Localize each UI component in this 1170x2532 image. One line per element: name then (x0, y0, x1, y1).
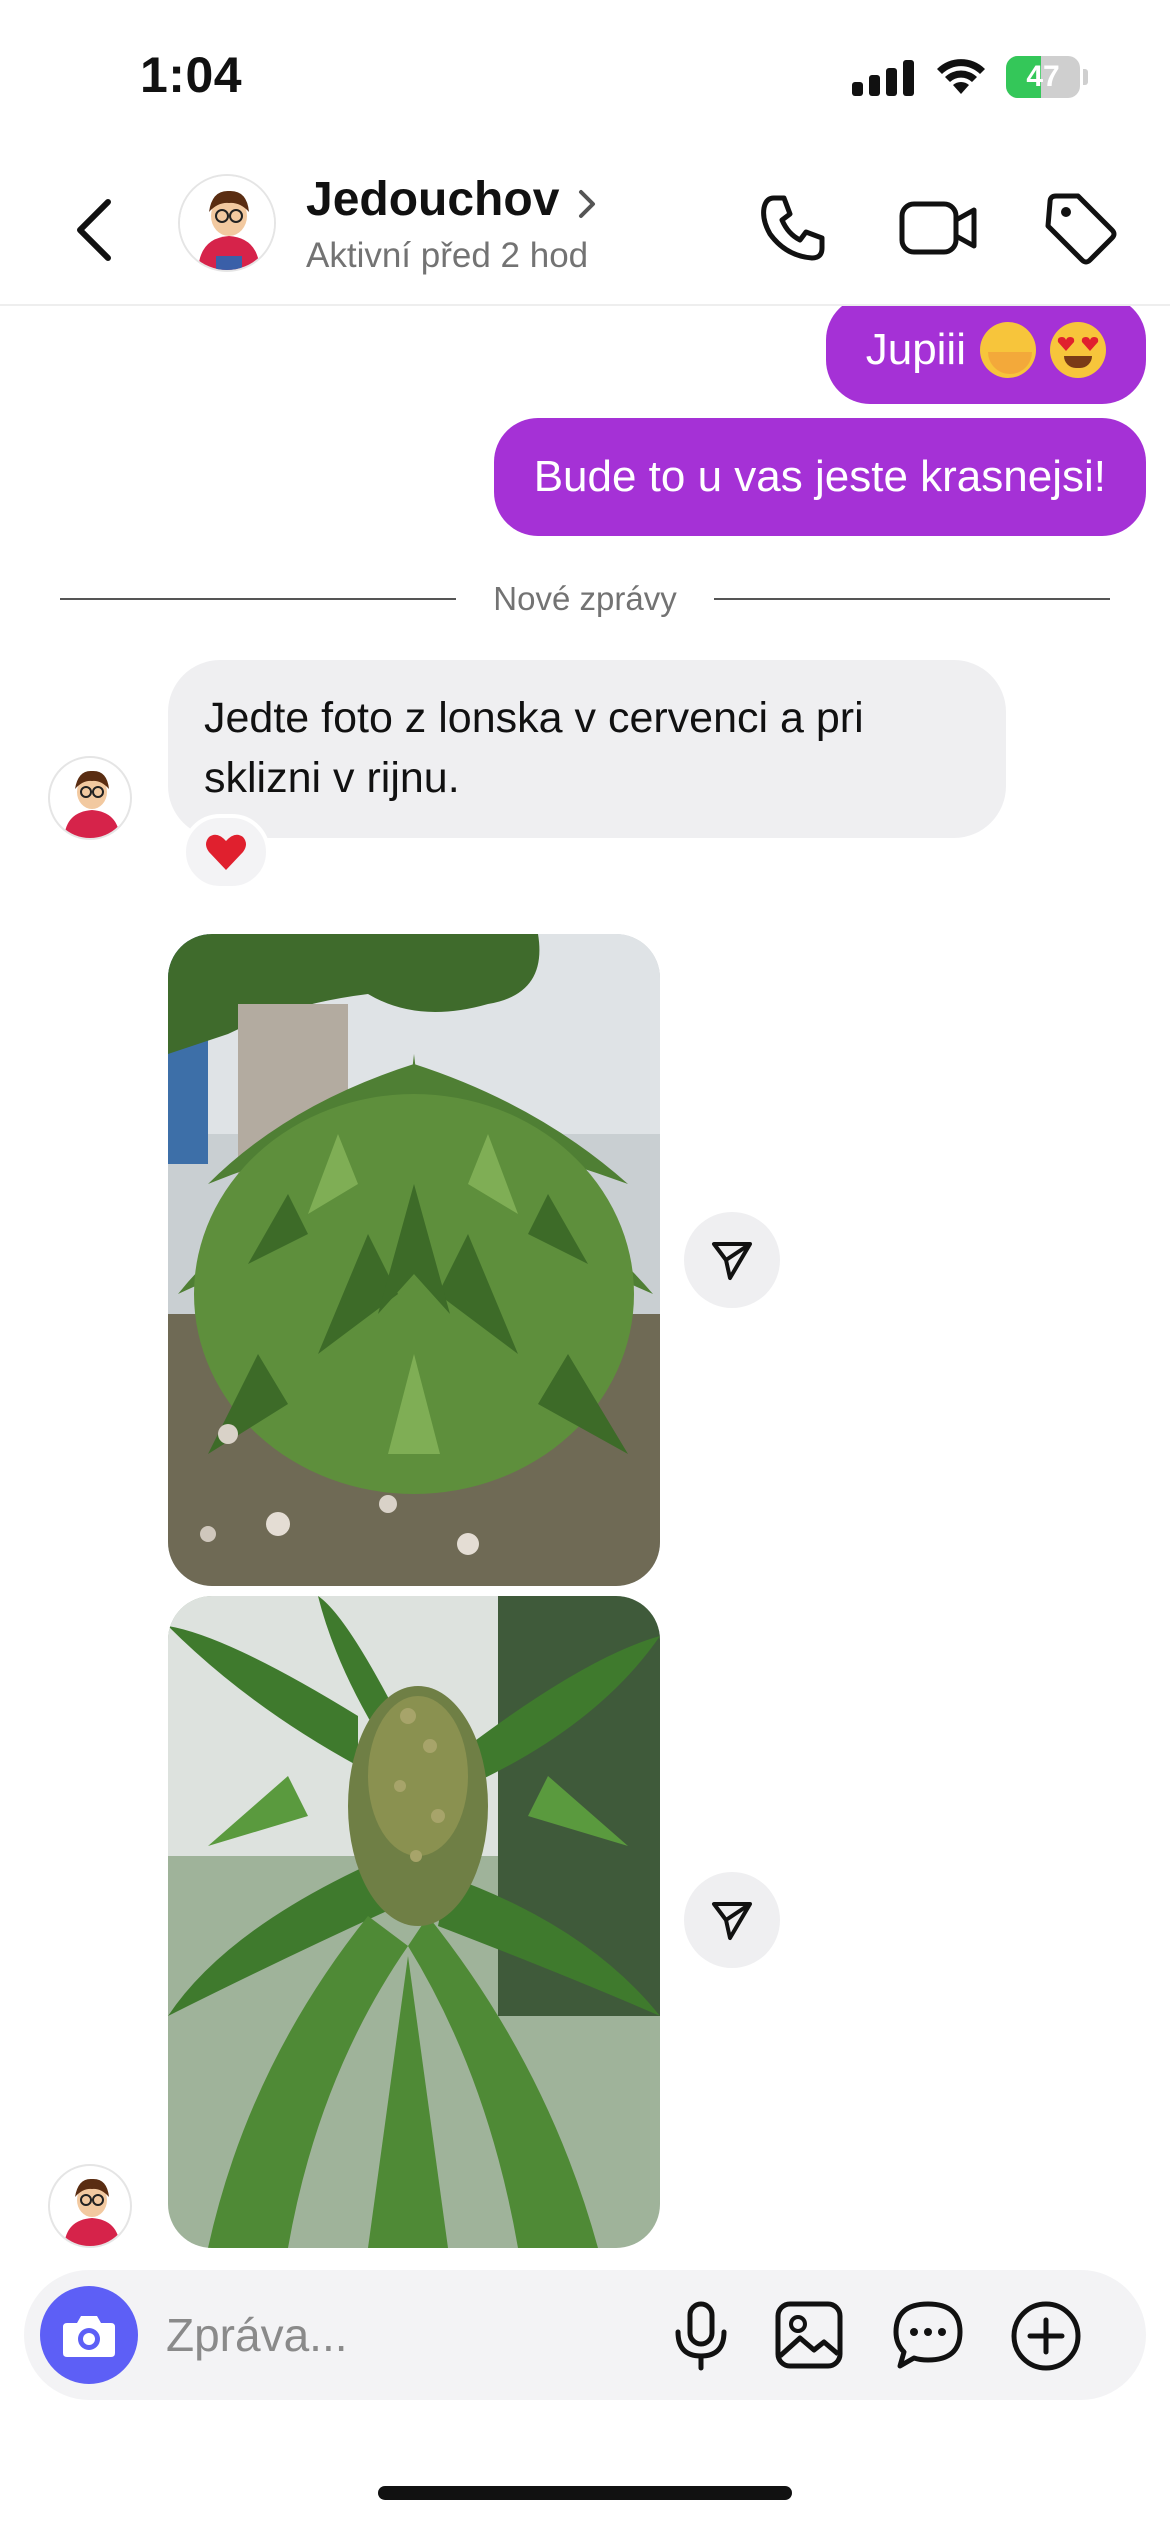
sender-avatar[interactable] (48, 2164, 132, 2248)
status-bar: 1:04 47 (0, 0, 1170, 150)
message-text: Jedte foto z lonska v cervenci a pri skl… (204, 694, 864, 802)
outgoing-message[interactable]: Bude to u vas jeste krasnejsi! (493, 418, 1146, 536)
contact-activity-status: Aktivní před 2 hod (306, 236, 589, 275)
sticker-icon[interactable] (890, 2298, 966, 2372)
share-button[interactable] (684, 1872, 780, 1968)
message-text: Jupiii (865, 325, 966, 374)
shared-photo[interactable] (168, 1596, 660, 2248)
cellular-signal-icon (852, 60, 916, 96)
shared-photo[interactable] (168, 934, 660, 1586)
outgoing-message[interactable]: Jupiii (825, 306, 1146, 404)
incoming-message[interactable]: Jedte foto z lonska v cervenci a pri skl… (168, 660, 1006, 838)
camera-button[interactable] (40, 2286, 138, 2384)
tag-icon[interactable] (1040, 188, 1120, 268)
battery-level: 47 (1026, 60, 1060, 93)
new-messages-divider: Nové zprávy (60, 574, 1110, 624)
contact-name[interactable]: Jedouchov (306, 172, 559, 227)
plus-icon[interactable] (1008, 2298, 1084, 2374)
video-camera-icon[interactable] (896, 188, 980, 268)
phone-icon[interactable] (752, 188, 832, 268)
heart-icon (206, 834, 246, 870)
message-input[interactable] (166, 2300, 646, 2370)
message-composer (24, 2270, 1146, 2400)
status-time: 1:04 (140, 47, 243, 103)
share-button[interactable] (684, 1212, 780, 1308)
wifi-icon (937, 59, 985, 94)
message-text: Bude to u vas jeste krasnejsi! (533, 452, 1106, 501)
gallery-icon[interactable] (772, 2298, 846, 2372)
heart-reaction[interactable] (182, 814, 270, 890)
send-icon (712, 1902, 752, 1940)
camera-icon (63, 2316, 115, 2357)
chat-header: Jedouchov Aktivní před 2 hod (0, 150, 1170, 306)
battery-icon: 47 (1006, 56, 1088, 98)
home-indicator[interactable] (378, 2486, 792, 2500)
melting-face-emoji (980, 322, 1036, 378)
message-thread[interactable]: Jupiii Bude to u vas jeste krasnejsi! No… (0, 306, 1170, 2266)
sender-avatar[interactable] (48, 756, 132, 840)
send-icon (712, 1242, 752, 1280)
heart-eyes-emoji (1050, 322, 1106, 378)
chevron-right-icon[interactable] (572, 184, 602, 224)
microphone-icon[interactable] (664, 2298, 738, 2372)
back-icon[interactable] (60, 190, 132, 270)
contact-avatar[interactable] (178, 174, 276, 272)
